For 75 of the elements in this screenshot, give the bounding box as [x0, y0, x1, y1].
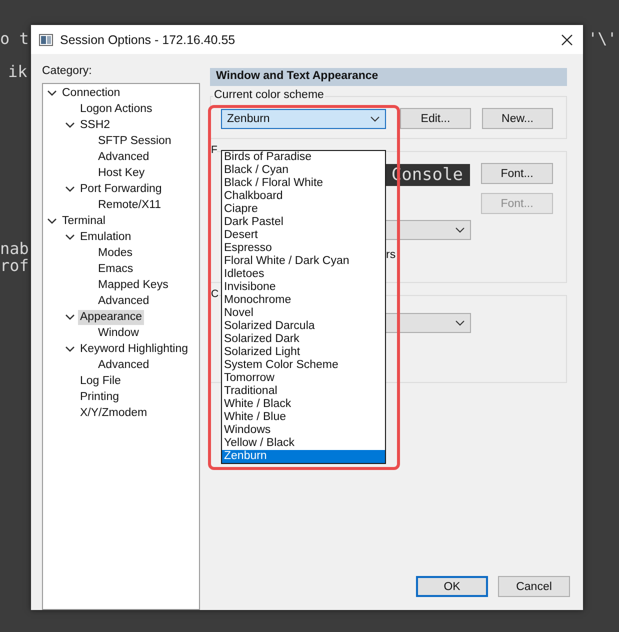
terminal-text: ik	[8, 62, 28, 81]
tree-item[interactable]: Remote/X11	[96, 198, 164, 212]
terminal-text: nab	[0, 239, 29, 258]
dropdown-option[interactable]: White / Black	[222, 398, 385, 411]
dialog-button[interactable]: OK	[416, 576, 488, 597]
tree-item[interactable]: Printing	[78, 390, 121, 404]
tree-item[interactable]: Window	[96, 326, 141, 340]
dropdown-option[interactable]: Zenburn	[222, 450, 385, 463]
dropdown-option[interactable]: Black / Floral White	[222, 177, 385, 190]
checkbox-label: rs	[386, 249, 396, 261]
tree-item[interactable]: Emulation	[78, 230, 134, 244]
tree-item[interactable]: Terminal	[60, 214, 108, 228]
dropdown-option[interactable]: Traditional	[222, 385, 385, 398]
tree-item[interactable]: X/Y/Zmodem	[78, 406, 150, 420]
category-label: Category:	[42, 65, 93, 79]
terminal-text: o t	[0, 29, 29, 48]
tree-item[interactable]: Modes	[96, 246, 135, 260]
chevron-icon[interactable]	[65, 120, 75, 130]
dropdown-option[interactable]: Espresso	[222, 242, 385, 255]
chevron-icon[interactable]	[65, 344, 75, 354]
terminal-text: '\'	[588, 29, 617, 48]
window-icon	[39, 34, 53, 46]
tree-item[interactable]: Mapped Keys	[96, 278, 170, 292]
tree-item[interactable]: SSH2	[78, 118, 112, 132]
tree-item[interactable]: Connection	[60, 86, 122, 100]
tree-item[interactable]: Log File	[78, 374, 123, 388]
tree-item[interactable]: Advanced	[96, 358, 152, 372]
dropdown-option[interactable]: Chalkboard	[222, 190, 385, 203]
tree-item[interactable]: Advanced	[96, 294, 152, 308]
dialog-button[interactable]: Cancel	[498, 576, 570, 597]
dropdown-option[interactable]: Novel	[222, 307, 385, 320]
font-button[interactable]: Font...	[481, 163, 553, 184]
dropdown-option[interactable]: Tomorrow	[222, 372, 385, 385]
dropdown-option[interactable]: Windows	[222, 424, 385, 437]
dropdown-option[interactable]: Black / Cyan	[222, 164, 385, 177]
tree-item[interactable]: Appearance	[78, 310, 144, 324]
chevron-icon[interactable]	[65, 184, 75, 194]
tree-item[interactable]: Port Forwarding	[78, 182, 164, 196]
dropdown-option[interactable]: Solarized Dark	[222, 333, 385, 346]
tree-item[interactable]: Keyword Highlighting	[78, 342, 190, 356]
group-legend: F	[211, 144, 218, 156]
group-legend: Current color scheme	[213, 89, 325, 101]
chevron-icon[interactable]	[65, 232, 75, 242]
dropdown-option[interactable]: White / Blue	[222, 411, 385, 424]
chevron-icon[interactable]	[47, 216, 57, 226]
terminal-text: rof	[0, 256, 29, 275]
tree-item[interactable]: Host Key	[96, 166, 147, 180]
dropdown-option[interactable]: Idletoes	[222, 268, 385, 281]
dropdown-option[interactable]: Solarized Darcula	[222, 320, 385, 333]
dropdown-option[interactable]: Dark Pastel	[222, 216, 385, 229]
group-legend: C	[211, 288, 219, 300]
tree-item[interactable]: Emacs	[96, 262, 136, 276]
tree-item[interactable]: Advanced	[96, 150, 152, 164]
dropdown-option[interactable]: Ciapre	[222, 203, 385, 216]
dropdown-option[interactable]: System Color Scheme	[222, 359, 385, 372]
window-title: Session Options - 172.16.40.55	[60, 32, 236, 46]
dropdown-option[interactable]: Yellow / Black	[222, 437, 385, 450]
color-scheme-dropdown[interactable]: Zenburn	[221, 108, 386, 128]
dropdown-option[interactable]: Birds of Paradise	[222, 151, 385, 164]
dropdown-option[interactable]: Monochrome	[222, 294, 385, 307]
chevron-icon[interactable]	[47, 88, 57, 98]
tree-item[interactable]: SFTP Session	[96, 134, 174, 148]
dropdown-option[interactable]: Floral White / Dark Cyan	[222, 255, 385, 268]
chevron-icon	[455, 320, 465, 326]
close-icon[interactable]	[561, 34, 573, 46]
dropdown-option[interactable]: Desert	[222, 229, 385, 242]
chevron-icon[interactable]	[65, 312, 75, 322]
chevron-icon	[455, 227, 465, 233]
dialog-button[interactable]: New...	[482, 108, 553, 129]
tree-item[interactable]: Logon Actions	[78, 102, 154, 116]
section-header: Window and Text Appearance	[210, 68, 567, 86]
dialog-button[interactable]: Edit...	[400, 108, 471, 129]
dropdown-option[interactable]: Solarized Light	[222, 346, 385, 359]
dropdown-option[interactable]: Invisibone	[222, 281, 385, 294]
chevron-icon	[370, 116, 380, 122]
